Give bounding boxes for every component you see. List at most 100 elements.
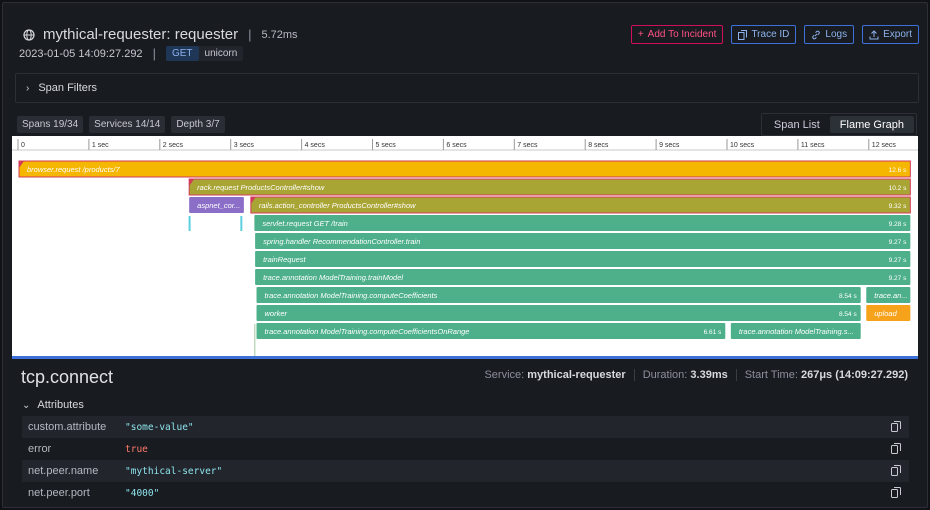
trace-id-label: Trace ID	[751, 29, 790, 40]
span-start-label: Start Time:	[744, 369, 798, 381]
attribute-key: net.peer.name	[28, 465, 99, 477]
flame-span-label: worker	[265, 309, 288, 318]
trace-id-button[interactable]: Trace ID	[731, 25, 797, 44]
trace-timestamp: 2023-01-05 14:09:27.292	[19, 47, 143, 60]
span-service-value: mythical-requester	[527, 369, 626, 381]
flame-span-duration: 9.27 s	[889, 239, 907, 246]
flame-span-bar[interactable]	[254, 215, 911, 231]
span-service: Service: mythical-requester	[476, 369, 633, 381]
flame-span-duration: 9.28 s	[889, 221, 907, 228]
flame-span-bar[interactable]	[256, 305, 861, 321]
header-actions: + Add To Incident Trace ID Logs Export	[630, 25, 919, 44]
timeline-tick-label: 11 secs	[801, 142, 825, 149]
timeline-tick-label: 1 sec	[92, 142, 109, 149]
services-stat: Services 14/14	[89, 116, 166, 133]
timeline-tick-label: 10 secs	[730, 142, 755, 149]
timeline-tick-label: 5 secs	[376, 142, 397, 149]
flame-span-label: trace.annotation ModelTraining.trainMode…	[263, 273, 403, 282]
chevron-down-icon: ⌄	[22, 399, 31, 411]
flame-span-label: rails.action_controller ProductsControll…	[259, 201, 416, 210]
flame-span-label: trace.annotation ModelTraining.computeCo…	[265, 327, 470, 336]
flame-span-bar[interactable]	[19, 161, 911, 177]
trace-meta: 2023-01-05 14:09:27.292 | GET unicorn	[19, 46, 244, 61]
span-start-value: 267μs (14:09:27.292)	[800, 369, 908, 381]
flame-span-duration: 6.61 s	[704, 329, 722, 336]
copy-icon[interactable]	[891, 443, 901, 454]
flame-span-label: spring.handler RecommendationController.…	[263, 237, 420, 246]
attribute-key: net.peer.port	[28, 487, 90, 499]
copy-icon[interactable]	[891, 487, 901, 498]
timeline-tick-label: 12 secs	[872, 142, 897, 149]
logs-button[interactable]: Logs	[804, 25, 855, 44]
flame-graph-tab[interactable]: Flame Graph	[829, 116, 914, 133]
flame-span-label: trace.annotation ModelTraining.s...	[739, 327, 854, 336]
flame-span-duration: 10.2 s	[889, 185, 907, 192]
logs-label: Logs	[825, 29, 848, 40]
flame-span-duration: 12.6 s	[889, 167, 907, 174]
timeline-tick-label: 3 secs	[234, 142, 255, 149]
attribute-value: "some-value"	[125, 421, 194, 433]
add-to-incident-button[interactable]: + Add To Incident	[630, 25, 724, 44]
timeline-tick-label: 4 secs	[305, 142, 326, 149]
flame-span-label: trace.annotation ModelTraining.computeCo…	[265, 291, 438, 300]
timeline-tick-label: 8 secs	[588, 142, 609, 149]
span-duration: Duration: 3.39ms	[633, 369, 736, 381]
flame-graph[interactable]: 0 1 sec 2 secs 3 secs 4 secs 5 secs 6 secs 7 se…	[12, 136, 918, 358]
flame-graph-canvas[interactable]: 0 1 sec 2 secs 3 secs 4 secs 5 secs 6 secs 7 se…	[12, 136, 918, 358]
attribute-key: error	[28, 443, 52, 455]
export-label: Export	[883, 29, 912, 40]
attribute-row: net.peer.name "mythical-server"	[22, 460, 909, 482]
attributes-label: Attributes	[37, 399, 84, 411]
flame-graph-resize-divider[interactable]	[12, 356, 918, 359]
span-duration-label: Duration:	[642, 369, 688, 381]
spans-stat: Spans 19/34	[17, 116, 84, 133]
globe-icon	[23, 28, 35, 41]
span-filters-toggle[interactable]: › Span Filters	[15, 73, 919, 103]
timeline-tick-label: 2 secs	[163, 142, 184, 149]
link-icon	[812, 30, 821, 39]
flame-span-duration: 8.54 s	[839, 311, 857, 318]
copy-icon[interactable]	[891, 421, 901, 432]
view-toggle: Span List Flame Graph	[760, 113, 917, 136]
attribute-key: custom.attribute	[28, 421, 107, 433]
flame-span-label: rack.request ProductsController#show	[197, 183, 325, 192]
attribute-value: true	[125, 443, 148, 455]
flame-span-label: servlet.request GET /train	[262, 219, 347, 228]
service-badge: unicorn	[204, 48, 238, 59]
flame-span-duration: 9.32 s	[889, 203, 907, 210]
attribute-row: custom.attribute "some-value"	[22, 416, 909, 438]
span-list-tab[interactable]: Span List	[764, 116, 830, 133]
timeline-tick-label: 6 secs	[446, 142, 467, 149]
request-badge: GET unicorn	[165, 46, 244, 61]
depth-stat: Depth 3/7	[171, 116, 225, 133]
flame-span-label: upload	[874, 309, 897, 318]
timeline-tick-label: 9 secs	[659, 142, 680, 149]
title-divider: |	[248, 27, 252, 42]
copy-icon[interactable]	[891, 465, 901, 476]
export-button[interactable]: Export	[862, 25, 919, 44]
meta-divider: |	[152, 46, 156, 61]
trace-header: mythical-requester: requester | 5.72ms	[23, 26, 298, 43]
attributes-toggle[interactable]: ⌄ Attributes	[22, 399, 84, 411]
add-to-incident-label: Add To Incident	[647, 29, 717, 40]
chevron-right-icon: ›	[26, 82, 30, 94]
flame-span-label: trace.an...	[874, 291, 907, 300]
flame-span-label: browser.request /products/7	[27, 165, 121, 174]
copy-icon	[738, 29, 748, 40]
timeline-tick-label: 7 secs	[517, 142, 538, 149]
flame-span-duration: 9.27 s	[889, 275, 907, 282]
span-meta: Service: mythical-requester Duration: 3.…	[476, 369, 916, 381]
timeline-tick-label: 0	[21, 142, 25, 149]
flame-span-label: trainRequest	[263, 255, 306, 264]
flame-span-duration: 9.27 s	[889, 257, 907, 264]
trace-stats: Spans 19/34 Services 14/14 Depth 3/7	[17, 116, 225, 133]
flame-span-label: aspnet_cor...	[197, 201, 240, 210]
flame-span-bar[interactable]	[255, 251, 911, 267]
upload-icon	[869, 29, 879, 39]
http-method-badge: GET	[165, 46, 199, 61]
trace-title: mythical-requester: requester	[43, 26, 239, 43]
span-service-label: Service:	[484, 369, 525, 381]
span-filters-label: Span Filters	[38, 82, 98, 94]
attribute-value: "mythical-server"	[125, 465, 223, 477]
attributes-table: custom.attribute "some-value" error true…	[22, 416, 909, 504]
